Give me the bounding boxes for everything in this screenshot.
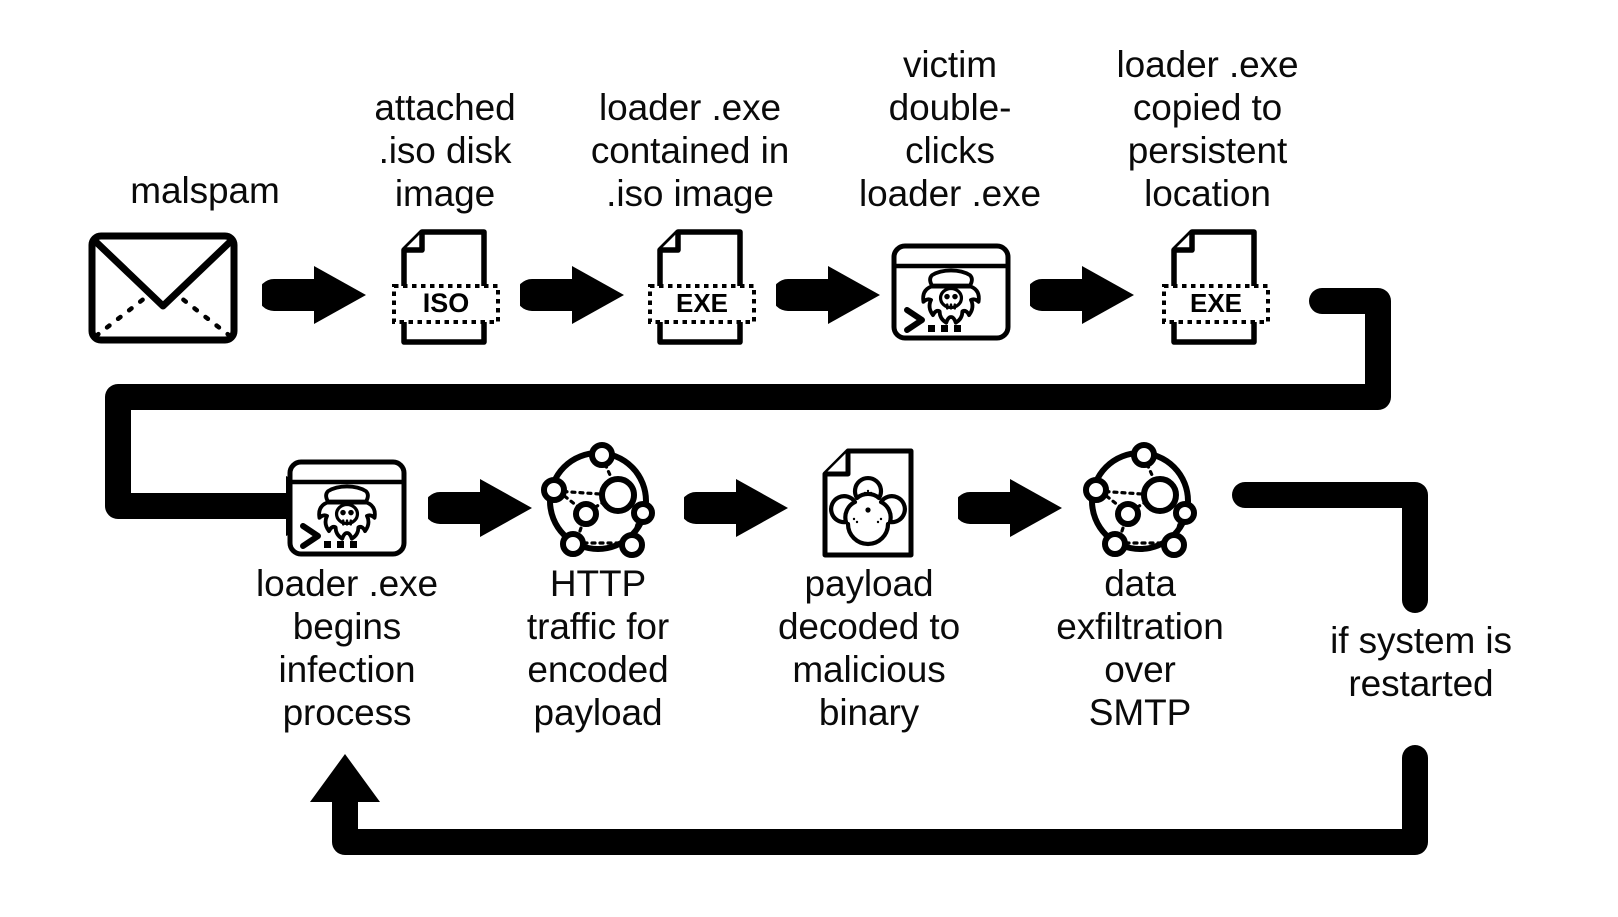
infection-chain-diagram: malspam attached .iso disk image loader …	[0, 0, 1618, 917]
step-label-persistent-copy: loader .exe copied to persistent locatio…	[1116, 44, 1299, 214]
restart-connector-lower	[290, 740, 1450, 880]
flow-arrow-6	[684, 475, 792, 541]
terminal-malware-icon-bottom	[286, 458, 408, 558]
step-label-loader-begins-infection: loader .exe begins infection process	[256, 563, 438, 733]
step-label-malspam: malspam	[130, 170, 280, 211]
step-label-http-traffic: HTTP traffic for encoded payload	[526, 563, 670, 733]
step-label-loader-in-iso: loader .exe contained in .iso image	[590, 87, 790, 214]
step-label-victim-double-clicks: victim double- clicks loader .exe	[859, 44, 1041, 214]
step-label-payload-decoded: payload decoded to malicious binary	[777, 563, 961, 733]
restart-condition-label: if system is restarted	[1330, 620, 1512, 704]
network-icon-smtp	[1082, 442, 1198, 559]
flow-arrow-7	[958, 475, 1066, 541]
restart-connector-upper	[1230, 480, 1450, 620]
flow-arrow-5	[428, 475, 536, 541]
step-label-iso-attachment: attached .iso disk image	[374, 87, 516, 214]
network-icon-http	[540, 442, 656, 559]
step-label-data-exfiltration: data exfiltration over SMTP	[1056, 563, 1224, 733]
biohazard-file-icon	[822, 448, 914, 558]
